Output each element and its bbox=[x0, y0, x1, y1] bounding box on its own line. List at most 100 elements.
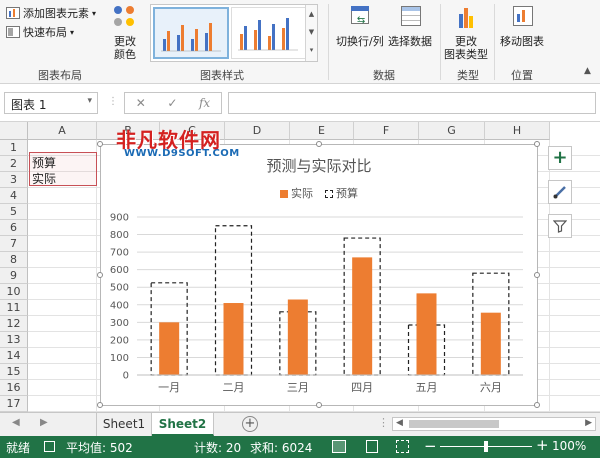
normal-view-icon[interactable] bbox=[332, 440, 346, 453]
gallery-scrollbar[interactable]: ▲ ▼ ▾ bbox=[305, 5, 317, 61]
cell-a2[interactable]: 预算 bbox=[29, 155, 56, 171]
column-header-a[interactable]: A bbox=[28, 122, 97, 140]
resize-handle[interactable] bbox=[97, 141, 103, 147]
formula-input[interactable] bbox=[228, 92, 596, 114]
formula-actions: ✕ ✓ fx bbox=[124, 92, 222, 114]
row-header-15[interactable]: 15 bbox=[0, 364, 28, 380]
resize-handle[interactable] bbox=[534, 272, 540, 278]
group-label-layout: 图表布局 bbox=[38, 69, 82, 82]
chart-area[interactable]: 预测与实际对比 实际 预算 0 100 200 300 400 500 600 700 800 9… bbox=[97, 141, 540, 408]
zoom-out-icon[interactable]: − bbox=[424, 437, 437, 455]
row-header-2[interactable]: 2 bbox=[0, 156, 28, 172]
macro-record-icon[interactable] bbox=[44, 441, 55, 452]
zoom-in-icon[interactable]: + bbox=[536, 436, 549, 454]
add-chart-element-button[interactable]: 添加图表元素 ▾ bbox=[6, 5, 96, 21]
resize-handle[interactable] bbox=[97, 402, 103, 408]
cell-a3[interactable]: 实际 bbox=[29, 171, 56, 187]
name-box[interactable]: 图表 1 ▾ bbox=[4, 92, 98, 114]
add-chart-element-label: 添加图表元素 bbox=[23, 7, 89, 20]
ribbon: 添加图表元素 ▾ 快速布局 ▾ 更改 颜色 ▲ ▼ ▾ ⇆ 切换行/列 选择数据… bbox=[0, 0, 600, 84]
palette-icon bbox=[110, 4, 140, 32]
resize-handle[interactable] bbox=[97, 272, 103, 278]
tab-sheet1[interactable]: Sheet1 bbox=[96, 413, 152, 436]
row-header-9[interactable]: 9 bbox=[0, 268, 28, 284]
chevron-down-icon[interactable]: ▾ bbox=[87, 96, 92, 106]
row-header-14[interactable]: 14 bbox=[0, 348, 28, 364]
enter-icon[interactable]: ✓ bbox=[167, 96, 177, 110]
change-colors-button[interactable]: 更改 颜色 bbox=[110, 4, 140, 61]
resize-handle[interactable] bbox=[316, 402, 322, 408]
resize-handle[interactable] bbox=[316, 141, 322, 147]
horizontal-scrollbar[interactable]: ◀ ▶ bbox=[392, 417, 596, 431]
select-all-corner[interactable] bbox=[0, 122, 28, 140]
row-header-5[interactable]: 5 bbox=[0, 204, 28, 220]
insert-function-icon[interactable]: fx bbox=[199, 96, 210, 110]
group-label-location: 位置 bbox=[511, 69, 533, 82]
chart-elements-button[interactable]: + bbox=[548, 146, 572, 170]
zoom-level[interactable]: 100% bbox=[552, 439, 586, 453]
more-options-icon[interactable]: ⋮ bbox=[378, 416, 389, 429]
bar-actual bbox=[480, 312, 501, 375]
name-box-value: 图表 1 bbox=[11, 98, 47, 112]
row-header-10[interactable]: 10 bbox=[0, 284, 28, 300]
column-header-e[interactable]: E bbox=[290, 122, 354, 140]
collapse-ribbon-icon[interactable]: ▲ bbox=[584, 66, 591, 76]
bar-actual bbox=[159, 322, 180, 375]
y-tick-label: 600 bbox=[110, 265, 129, 276]
column-header-f[interactable]: F bbox=[354, 122, 419, 140]
page-break-view-icon[interactable] bbox=[396, 440, 409, 453]
more-icon[interactable]: ▾ bbox=[306, 41, 317, 59]
chart-filters-button[interactable] bbox=[548, 214, 572, 238]
chart-style-1[interactable] bbox=[153, 7, 229, 59]
scroll-left-arrow-icon[interactable]: ◀ bbox=[396, 418, 403, 428]
row-header-7[interactable]: 7 bbox=[0, 236, 28, 252]
x-tick-label: 四月 bbox=[351, 381, 373, 394]
chart-plot: 0 100 200 300 400 500 600 700 800 900 一月 二月 三月 四月 五月 六月 bbox=[110, 213, 523, 394]
row-header-4[interactable]: 4 bbox=[0, 188, 28, 204]
scroll-thumb[interactable] bbox=[409, 420, 499, 428]
watermark-logo: 非凡软件网 WWW.D9SOFT.COM bbox=[116, 124, 256, 164]
row-header-13[interactable]: 13 bbox=[0, 332, 28, 348]
page-layout-view-icon[interactable] bbox=[366, 440, 378, 453]
scroll-right-icon[interactable]: ▶ bbox=[40, 417, 48, 428]
row-header-1[interactable]: 1 bbox=[0, 140, 28, 156]
row-header-17[interactable]: 17 bbox=[0, 396, 28, 412]
row-header-12[interactable]: 12 bbox=[0, 316, 28, 332]
chevron-down-icon: ▾ bbox=[92, 8, 97, 18]
row-header-11[interactable]: 11 bbox=[0, 300, 28, 316]
row-header-3[interactable]: 3 bbox=[0, 172, 28, 188]
row-header-6[interactable]: 6 bbox=[0, 220, 28, 236]
resize-handle[interactable] bbox=[534, 141, 540, 147]
chevron-down-icon[interactable]: ▼ bbox=[306, 23, 317, 41]
add-sheet-button[interactable]: + bbox=[242, 416, 258, 432]
change-chart-type-icon bbox=[451, 4, 481, 32]
chart-styles-button[interactable] bbox=[548, 180, 572, 204]
quick-layout-button[interactable]: 快速布局 ▾ bbox=[6, 24, 74, 40]
column-header-h[interactable]: H bbox=[485, 122, 550, 140]
cancel-icon[interactable]: ✕ bbox=[136, 96, 146, 110]
watermark-sub: WWW.D9SOFT.COM bbox=[124, 148, 240, 159]
column-header-g[interactable]: G bbox=[419, 122, 485, 140]
move-chart-button[interactable]: 移动图表 bbox=[500, 4, 544, 48]
zoom-slider-thumb[interactable] bbox=[484, 441, 488, 452]
row-header-8[interactable]: 8 bbox=[0, 252, 28, 268]
switch-row-col-button[interactable]: ⇆ 切换行/列 bbox=[336, 4, 384, 48]
sheet-tabs-bar: ◀ ▶ Sheet1 Sheet2 + ⋮ ◀ ▶ bbox=[0, 412, 600, 436]
switch-row-column-icon: ⇆ bbox=[345, 4, 375, 32]
quick-layout-label: 快速布局 bbox=[23, 26, 67, 39]
chart-styles-gallery[interactable]: ▲ ▼ ▾ bbox=[150, 4, 318, 62]
y-tick-label: 900 bbox=[110, 213, 129, 224]
group-divider bbox=[494, 4, 495, 80]
scroll-left-icon[interactable]: ◀ bbox=[12, 417, 20, 428]
formula-bar-drag-handle[interactable]: ⋮ bbox=[108, 96, 118, 107]
row-header-16[interactable]: 16 bbox=[0, 380, 28, 396]
tab-sheet2[interactable]: Sheet2 bbox=[152, 413, 214, 436]
select-data-button[interactable]: 选择数据 bbox=[388, 4, 432, 48]
chart-style-2[interactable] bbox=[231, 7, 307, 59]
scroll-right-arrow-icon[interactable]: ▶ bbox=[585, 418, 592, 428]
group-divider bbox=[328, 4, 329, 80]
resize-handle[interactable] bbox=[534, 402, 540, 408]
chevron-up-icon[interactable]: ▲ bbox=[306, 5, 317, 23]
change-chart-type-button[interactable]: 更改 图表类型 bbox=[444, 4, 488, 61]
status-bar: 就绪 平均值: 502 计数: 20 求和: 6024 − + 100% bbox=[0, 436, 600, 458]
